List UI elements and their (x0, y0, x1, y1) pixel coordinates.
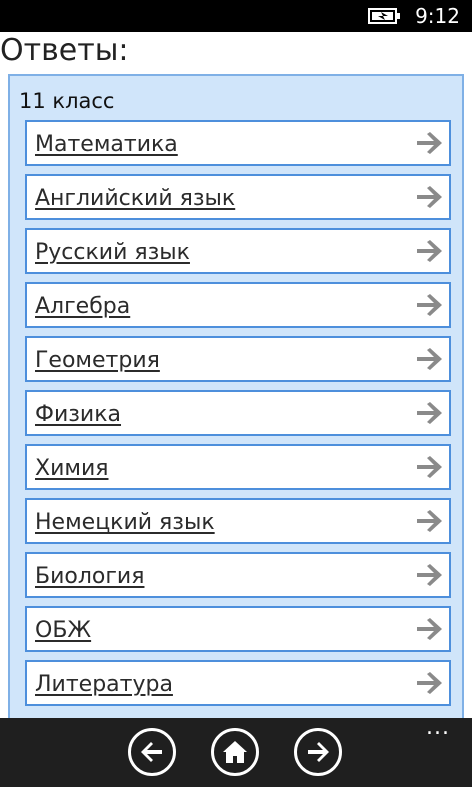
subject-label[interactable]: Алгебра (35, 294, 130, 320)
subject-label[interactable]: Литература (35, 672, 173, 698)
arrow-right-icon (417, 294, 442, 316)
grade-heading: 11 класс (19, 89, 115, 113)
arrow-right-icon (417, 240, 442, 262)
subject-label[interactable]: Немецкий язык (35, 510, 215, 536)
subject-item-literature[interactable]: Литература (25, 660, 451, 706)
subject-item-obzh[interactable]: ОБЖ (25, 606, 451, 652)
subject-label[interactable]: Химия (35, 456, 109, 482)
subject-label[interactable]: Геометрия (35, 348, 160, 374)
subject-label[interactable]: Русский язык (35, 240, 190, 266)
subject-item-biology[interactable]: Биология (25, 552, 451, 598)
subject-item-mathematics[interactable]: Математика (25, 120, 451, 166)
subject-item-chemistry[interactable]: Химия (25, 444, 451, 490)
subject-label[interactable]: Математика (35, 132, 178, 158)
home-icon (223, 741, 247, 763)
arrow-right-icon (417, 348, 442, 370)
subject-item-english[interactable]: Английский язык (25, 174, 451, 220)
subject-label[interactable]: Физика (35, 402, 121, 428)
subject-item-german[interactable]: Немецкий язык (25, 498, 451, 544)
arrow-right-icon (417, 456, 442, 478)
subject-item-algebra[interactable]: Алгебра (25, 282, 451, 328)
arrow-right-icon (417, 564, 442, 586)
arrow-right-icon (417, 672, 442, 694)
arrow-right-icon (417, 510, 442, 532)
forward-button[interactable] (294, 728, 342, 776)
forward-arrow-icon (308, 742, 329, 762)
subject-panel: 11 класс Математика Английский язык Русс… (8, 74, 464, 718)
arrow-right-icon (417, 132, 442, 154)
arrow-right-icon (417, 186, 442, 208)
page-title: Ответы: (0, 33, 129, 68)
status-bar: 9:12 (0, 0, 472, 32)
subject-item-russian[interactable]: Русский язык (25, 228, 451, 274)
arrow-right-icon (417, 618, 442, 640)
subject-label[interactable]: ОБЖ (35, 618, 91, 644)
subject-item-physics[interactable]: Физика (25, 390, 451, 436)
subject-label[interactable]: Английский язык (35, 186, 235, 212)
battery-charging-icon (368, 8, 400, 24)
back-button[interactable] (128, 728, 176, 776)
more-menu-button[interactable]: ... (426, 717, 450, 739)
arrow-right-icon (417, 402, 442, 424)
subject-label[interactable]: Биология (35, 564, 144, 590)
clock: 9:12 (415, 4, 460, 28)
subject-item-geometry[interactable]: Геометрия (25, 336, 451, 382)
back-arrow-icon (141, 742, 162, 762)
app-bar: ... (0, 717, 472, 787)
home-button[interactable] (211, 728, 259, 776)
